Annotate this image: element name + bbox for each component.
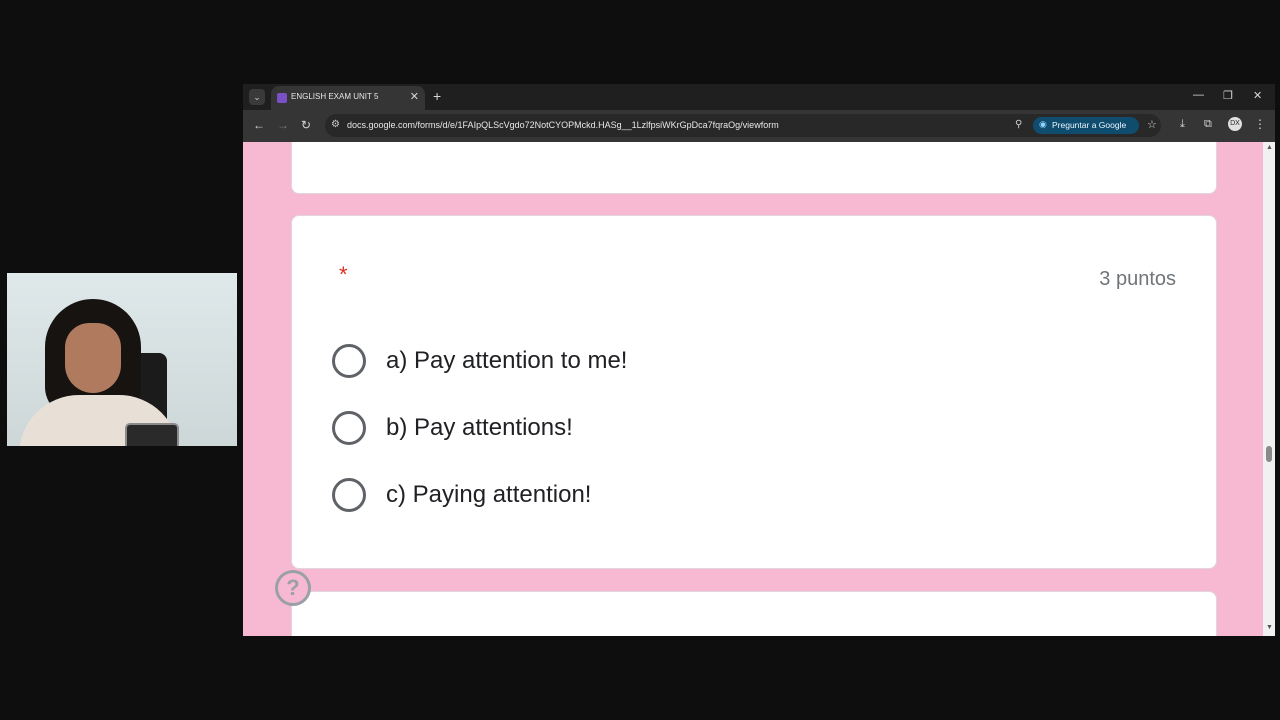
browser-window: ⌄ ENGLISH EXAM UNIT 5 ✕ + — ❐ ✕ ← → ↻ ⚙ … (243, 84, 1275, 636)
tune-icon[interactable]: ⚙ (331, 119, 340, 130)
question-card: * 3 puntos a) Pay attention to me! b) Pa… (291, 215, 1217, 569)
extensions-icon[interactable]: ⧉ (1204, 118, 1212, 131)
previous-question-card (291, 142, 1217, 194)
option-label[interactable]: a) Pay attention to me! (386, 347, 627, 375)
radio-button[interactable] (332, 478, 366, 512)
next-question-card (291, 591, 1217, 636)
webcam-overlay (7, 273, 237, 446)
tab-strip: ⌄ ENGLISH EXAM UNIT 5 ✕ + — ❐ ✕ (243, 84, 1275, 110)
webcam-phone (125, 423, 179, 446)
address-bar[interactable]: ⚙ docs.google.com/forms/d/e/1FAIpQLScVgd… (325, 114, 1161, 137)
url-text[interactable]: docs.google.com/forms/d/e/1FAIpQLScVgdo7… (347, 120, 779, 130)
scroll-down-icon[interactable]: ▼ (1266, 624, 1273, 631)
ask-google-button[interactable]: ◉ Preguntar a Google (1033, 117, 1139, 134)
points-label: 3 puntos (1099, 268, 1176, 290)
arrow-right-icon[interactable]: → (277, 118, 289, 132)
scrollbar[interactable]: ▲ ▼ (1263, 142, 1275, 636)
zoom-icon[interactable]: ⚲ (1015, 119, 1022, 130)
scroll-thumb[interactable] (1266, 446, 1272, 462)
plus-icon[interactable]: + (433, 88, 441, 104)
reload-icon[interactable]: ↻ (301, 118, 311, 132)
tab-title: ENGLISH EXAM UNIT 5 (291, 92, 379, 101)
avatar[interactable]: DX (1228, 117, 1242, 131)
ask-google-label: Preguntar a Google (1052, 120, 1127, 130)
page-viewport: * 3 puntos a) Pay attention to me! b) Pa… (243, 142, 1263, 636)
option-label[interactable]: b) Pay attentions! (386, 414, 573, 442)
option-label[interactable]: c) Paying attention! (386, 481, 591, 509)
radio-button[interactable] (332, 344, 366, 378)
browser-toolbar: ← → ↻ ⚙ docs.google.com/forms/d/e/1FAIpQ… (243, 110, 1275, 142)
close-icon[interactable]: ✕ (410, 90, 419, 103)
google-lens-icon: ◉ (1039, 119, 1047, 129)
minimize-icon[interactable]: — (1193, 89, 1204, 101)
radio-button[interactable] (332, 411, 366, 445)
webcam-person-face (65, 323, 121, 393)
google-forms-icon (277, 93, 287, 103)
star-icon[interactable]: ☆ (1147, 118, 1157, 131)
required-marker: * (339, 262, 348, 287)
close-icon[interactable]: ✕ (1253, 89, 1262, 102)
scroll-up-icon[interactable]: ▲ (1266, 144, 1273, 151)
question-mark-icon[interactable]: ? (275, 570, 311, 606)
kebab-menu-icon[interactable]: ⋮ (1254, 117, 1266, 131)
browser-tab[interactable]: ENGLISH EXAM UNIT 5 ✕ (271, 86, 425, 110)
arrow-left-icon[interactable]: ← (253, 118, 265, 132)
restore-icon[interactable]: ❐ (1223, 89, 1233, 102)
download-icon[interactable]: ⤓ (1180, 118, 1185, 131)
chevron-down-icon[interactable]: ⌄ (249, 89, 265, 105)
